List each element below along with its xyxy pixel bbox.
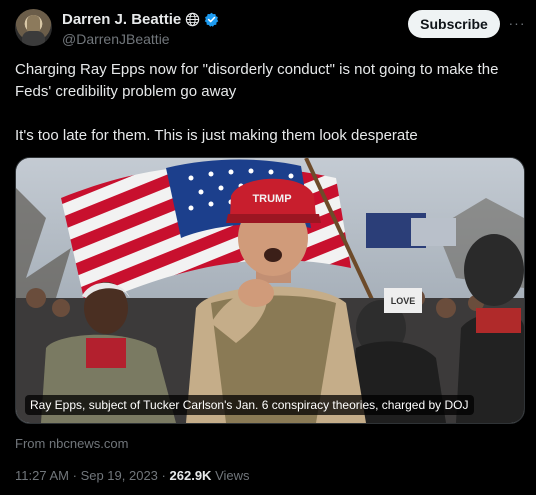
tweet-paragraph: Charging Ray Epps now for "disorderly co… bbox=[15, 61, 499, 100]
media-caption: Ray Epps, subject of Tucker Carlson's Ja… bbox=[25, 395, 474, 415]
author-avatar[interactable] bbox=[15, 9, 52, 46]
views-label: Views bbox=[215, 468, 250, 483]
tweet-text: Charging Ray Epps now for "disorderly co… bbox=[15, 59, 525, 147]
link-source[interactable]: From nbcnews.com bbox=[15, 436, 128, 451]
author-name-row: Darren J. Beattie bbox=[62, 11, 219, 28]
verified-badge-icon[interactable] bbox=[204, 12, 219, 27]
tweet-time[interactable]: 11:27 AM bbox=[15, 468, 69, 483]
subscribe-button[interactable]: Subscribe bbox=[408, 10, 500, 38]
news-photo: LOVE TRUMP bbox=[16, 158, 524, 423]
tweet-date[interactable]: Sep 19, 2023 bbox=[81, 468, 158, 483]
hat-text: TRUMP bbox=[252, 193, 291, 205]
more-options-icon[interactable]: ··· bbox=[508, 14, 526, 32]
sign-text: LOVE bbox=[391, 296, 416, 306]
tweet-paragraph: It's too late for them. This is just mak… bbox=[15, 127, 418, 144]
meta-separator: · bbox=[161, 468, 166, 483]
meta-separator: · bbox=[72, 468, 77, 483]
tweet-meta: 11:27 AM · Sep 19, 2023 · 262.9K Views bbox=[15, 468, 250, 483]
views-count: 262.9K bbox=[169, 468, 212, 483]
avatar-body bbox=[22, 31, 45, 46]
author-handle[interactable]: @DarrenJBeattie bbox=[62, 31, 170, 47]
globe-icon bbox=[186, 12, 200, 27]
tweet-media-card[interactable]: LOVE TRUMP Ray Epps, subject of Tucker C… bbox=[15, 157, 525, 424]
tweet-header: Darren J. Beattie @DarrenJBeattie Subscr… bbox=[15, 9, 525, 49]
author-display-name[interactable]: Darren J. Beattie bbox=[62, 11, 181, 28]
